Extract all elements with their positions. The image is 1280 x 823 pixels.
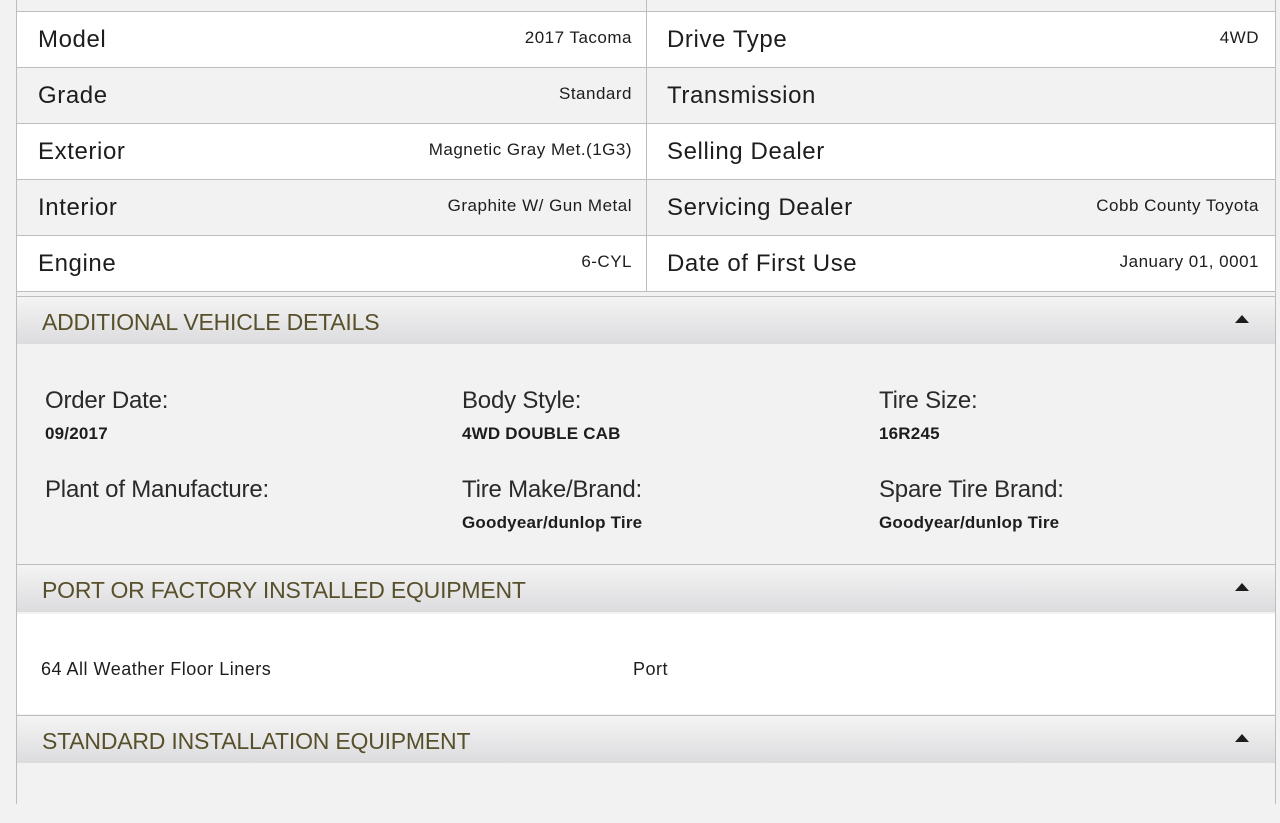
detail-label: Tire Size: — [879, 387, 978, 414]
spec-label: Model — [38, 25, 107, 53]
detail-order-date: Order Date: 09/2017 — [45, 387, 168, 444]
spec-label: Engine — [38, 249, 117, 277]
caret-up-icon[interactable] — [1235, 583, 1249, 591]
detail-label: Plant of Manufacture: — [45, 476, 269, 503]
port-equipment-body: 64 All Weather Floor Liners Port — [17, 614, 1275, 714]
detail-value: Goodyear/dunlop Tire — [462, 513, 643, 532]
detail-value: 4WD DOUBLE CAB — [462, 424, 621, 443]
detail-value: Goodyear/dunlop Tire — [879, 513, 1060, 532]
spec-row-grade: Grade Standard — [17, 68, 646, 124]
equipment-type: Port — [633, 659, 669, 679]
spec-column-left: Model 2017 Tacoma Grade Standard Exterio… — [17, 0, 647, 292]
section-title: STANDARD INSTALLATION EQUIPMENT — [42, 728, 471, 754]
standard-equipment-header[interactable]: STANDARD INSTALLATION EQUIPMENT — [17, 715, 1275, 763]
spec-label: Selling Dealer — [667, 137, 825, 165]
detail-value: 09/2017 — [45, 424, 108, 443]
spec-value: Standard — [559, 83, 632, 103]
spec-row-date-of-first-use: Date of First Use January 01, 0001 — [647, 236, 1275, 292]
detail-plant-of-manufacture: Plant of Manufacture: — [45, 476, 269, 513]
additional-details-body: Order Date: 09/2017 Body Style: 4WD DOUB… — [17, 345, 1275, 563]
spec-row-model: Model 2017 Tacoma — [17, 12, 646, 68]
spec-row-drive-type: Drive Type 4WD — [647, 12, 1275, 68]
spec-row-engine: Engine 6-CYL — [17, 236, 646, 292]
port-equipment-header[interactable]: PORT OR FACTORY INSTALLED EQUIPMENT — [17, 564, 1275, 612]
spec-column-right: Drive Type 4WD Transmission Selling Deal… — [647, 0, 1275, 292]
spec-row-interior: Interior Graphite W/ Gun Metal — [17, 180, 646, 236]
spec-top-spacer — [647, 0, 1275, 12]
spec-label: Servicing Dealer — [667, 193, 853, 221]
spec-value: 2017 Tacoma — [524, 27, 632, 47]
spec-label: Exterior — [38, 137, 126, 165]
spec-value: January 01, 0001 — [1119, 251, 1259, 271]
spec-value: Cobb County Toyota — [1096, 195, 1259, 215]
spec-row-servicing-dealer: Servicing Dealer Cobb County Toyota — [647, 180, 1275, 236]
spec-row-selling-dealer: Selling Dealer — [647, 124, 1275, 180]
detail-tire-size: Tire Size: 16R245 — [879, 387, 978, 444]
spec-top-spacer — [17, 0, 646, 12]
detail-spare-tire-brand: Spare Tire Brand: Goodyear/dunlop Tire — [879, 476, 1064, 533]
caret-up-icon[interactable] — [1235, 734, 1249, 742]
detail-label: Spare Tire Brand: — [879, 476, 1064, 503]
vehicle-spec-table: Model 2017 Tacoma Grade Standard Exterio… — [17, 0, 1275, 292]
detail-label: Order Date: — [45, 387, 169, 414]
spec-label: Date of First Use — [667, 249, 858, 277]
section-title: PORT OR FACTORY INSTALLED EQUIPMENT — [42, 577, 526, 603]
spec-label: Drive Type — [667, 25, 788, 53]
spec-value: Graphite W/ Gun Metal — [447, 195, 632, 215]
detail-body-style: Body Style: 4WD DOUBLE CAB — [462, 387, 621, 444]
spec-row-transmission: Transmission — [647, 68, 1275, 124]
section-title: ADDITIONAL VEHICLE DETAILS — [42, 309, 380, 335]
detail-value: 16R245 — [879, 424, 940, 443]
spec-row-exterior: Exterior Magnetic Gray Met.(1G3) — [17, 124, 646, 180]
caret-up-icon[interactable] — [1235, 315, 1249, 323]
spec-value: 4WD — [1219, 27, 1259, 47]
standard-equipment-body — [17, 764, 1275, 804]
detail-label: Tire Make/Brand: — [462, 476, 642, 503]
detail-tire-make-brand: Tire Make/Brand: Goodyear/dunlop Tire — [462, 476, 642, 533]
vehicle-details-panel: Model 2017 Tacoma Grade Standard Exterio… — [16, 0, 1276, 804]
equipment-name: 64 All Weather Floor Liners — [41, 659, 272, 679]
spec-value: 6-CYL — [581, 251, 632, 271]
spec-label: Transmission — [667, 81, 817, 109]
spec-label: Interior — [38, 193, 118, 221]
spec-value: Magnetic Gray Met.(1G3) — [428, 139, 632, 159]
spec-label: Grade — [38, 81, 108, 109]
detail-label: Body Style: — [462, 387, 582, 414]
additional-details-header[interactable]: ADDITIONAL VEHICLE DETAILS — [17, 296, 1275, 344]
